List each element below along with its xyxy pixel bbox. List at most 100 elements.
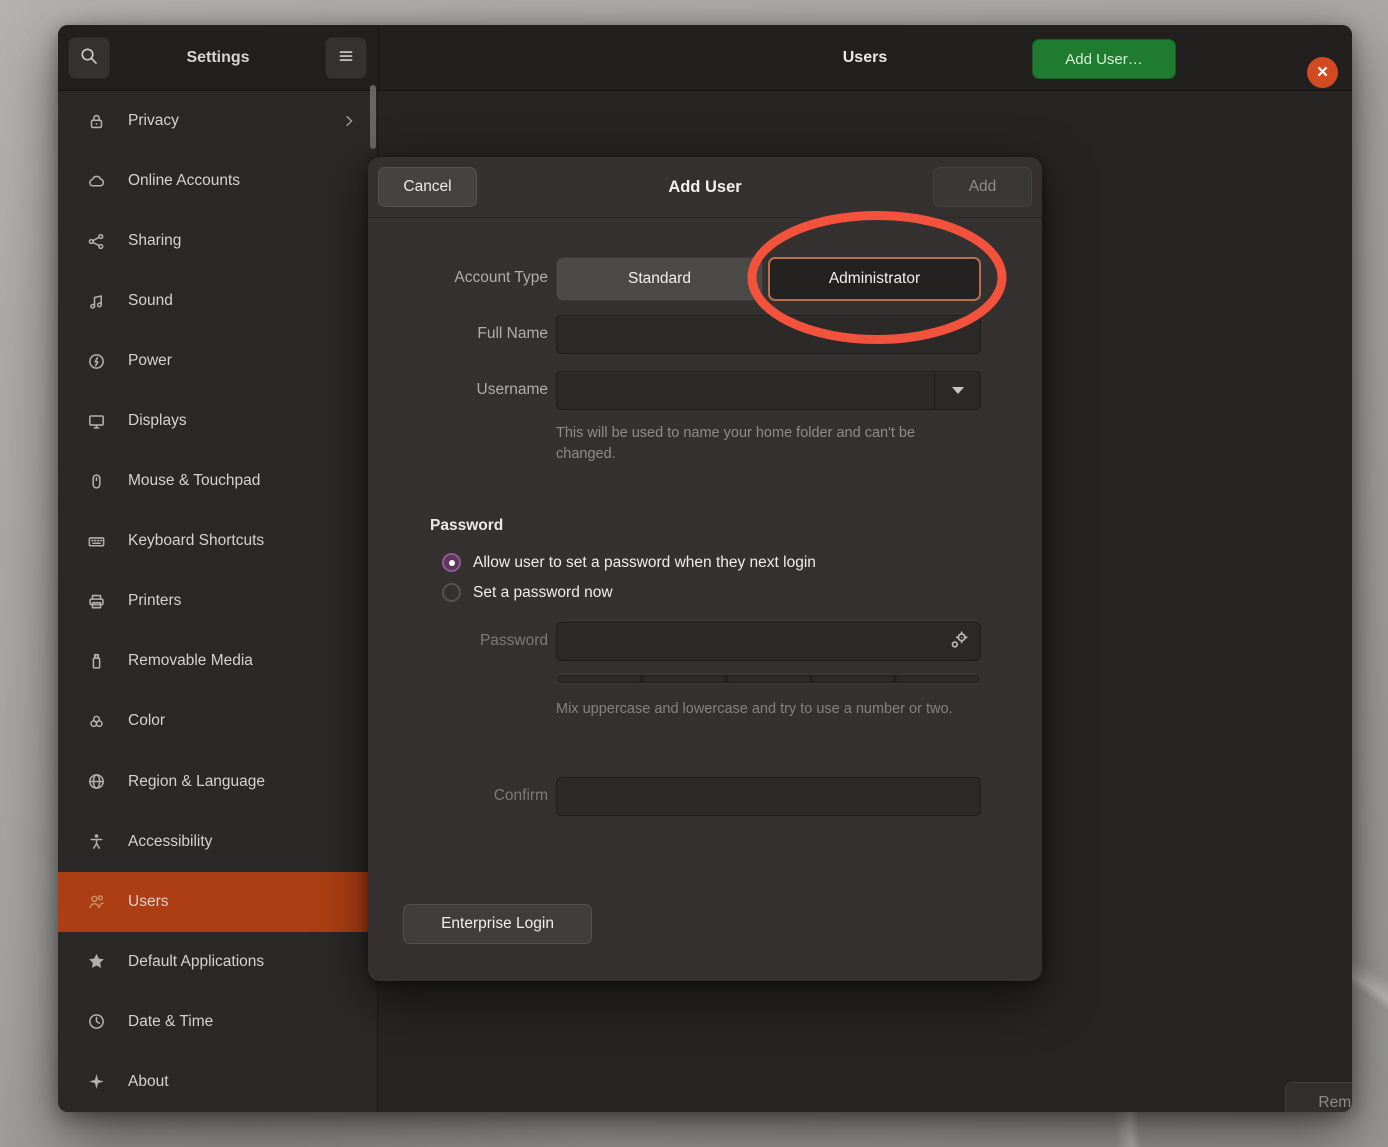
- close-button[interactable]: ×: [1307, 57, 1338, 88]
- cancel-button[interactable]: Cancel: [378, 167, 477, 207]
- add-user-button[interactable]: Add User…: [1032, 39, 1176, 79]
- strength-segment: [812, 676, 895, 682]
- header-divider: [378, 25, 379, 90]
- music-note-icon: [85, 290, 107, 312]
- sidebar-item-label: Privacy: [128, 112, 341, 130]
- clock-icon: [85, 1011, 107, 1033]
- settings-window: Settings Users Add User… × Privacy: [58, 25, 1352, 1112]
- color-swatches-icon: [85, 710, 107, 732]
- maximize-button[interactable]: [1254, 57, 1286, 89]
- sidebar-item-displays[interactable]: Displays: [58, 391, 377, 451]
- username-input[interactable]: [565, 372, 932, 411]
- radio-set-password-now[interactable]: Set a password now: [442, 583, 613, 602]
- radio-unselected-icon: [442, 583, 461, 602]
- password-section-heading: Password: [430, 517, 503, 535]
- sidebar-item-region-language[interactable]: Region & Language: [58, 752, 377, 812]
- accessibility-icon: [85, 831, 107, 853]
- account-type-standard-button[interactable]: Standard: [556, 257, 763, 301]
- username-help-text: This will be used to name your home fold…: [556, 423, 968, 465]
- sidebar-item-label: Sharing: [128, 232, 357, 250]
- sidebar-item-label: Power: [128, 352, 357, 370]
- account-type-label: Account Type: [368, 269, 548, 287]
- full-name-label: Full Name: [368, 325, 548, 343]
- sidebar-item-label: Displays: [128, 412, 357, 430]
- mouse-icon: [85, 470, 107, 492]
- radio-next-login-label: Allow user to set a password when they n…: [473, 554, 816, 572]
- strength-segment: [558, 676, 641, 682]
- confirm-field-box: [556, 777, 981, 816]
- sidebar-item-online-accounts[interactable]: Online Accounts: [58, 151, 377, 211]
- generate-password-icon: [948, 630, 969, 656]
- full-name-field-box: [556, 315, 981, 354]
- full-name-input[interactable]: [565, 316, 932, 355]
- desktop: Settings Users Add User… × Privacy: [0, 0, 1388, 1147]
- confirm-label: Confirm: [368, 787, 548, 805]
- sidebar-item-label: Region & Language: [128, 773, 357, 791]
- usb-drive-icon: [85, 650, 107, 672]
- sidebar-item-power[interactable]: Power: [58, 331, 377, 391]
- password-input: [565, 623, 932, 662]
- strength-segment: [643, 676, 726, 682]
- sidebar-item-label: Keyboard Shortcuts: [128, 532, 357, 550]
- hamburger-menu-icon: [336, 46, 356, 71]
- sidebar-item-mouse-touchpad[interactable]: Mouse & Touchpad: [58, 451, 377, 511]
- lock-icon: [85, 110, 107, 132]
- close-icon: ×: [1317, 63, 1328, 82]
- sidebar-scrollbar[interactable]: [370, 85, 376, 149]
- sidebar-item-removable-media[interactable]: Removable Media: [58, 631, 377, 691]
- sidebar-item-accessibility[interactable]: Accessibility: [58, 812, 377, 872]
- power-icon: [85, 350, 107, 372]
- sidebar-item-label: Date & Time: [128, 1013, 357, 1031]
- add-button[interactable]: Add: [933, 167, 1032, 207]
- primary-menu-button[interactable]: [325, 37, 367, 79]
- username-field-box: [556, 371, 981, 410]
- sidebar-item-label: Removable Media: [128, 652, 357, 670]
- cloud-icon: [85, 170, 107, 192]
- sidebar-item-label: Sound: [128, 292, 357, 310]
- strength-segment: [727, 676, 810, 682]
- titlebar: Settings Users Add User… ×: [58, 25, 1352, 91]
- sidebar-item-label: Accessibility: [128, 833, 357, 851]
- radio-password-next-login[interactable]: Allow user to set a password when they n…: [442, 553, 816, 572]
- sidebar-item-label: Online Accounts: [128, 172, 357, 190]
- sidebar-item-label: Printers: [128, 592, 357, 610]
- add-user-dialog: Cancel Add User Add Account Type Standar…: [368, 157, 1042, 981]
- sidebar-item-label: Users: [128, 893, 357, 911]
- sidebar-item-label: Color: [128, 712, 357, 730]
- sidebar-item-about[interactable]: About: [58, 1052, 377, 1112]
- sidebar-item-printers[interactable]: Printers: [58, 571, 377, 631]
- strength-segment: [896, 676, 979, 682]
- confirm-input: [565, 778, 932, 817]
- sidebar-item-users[interactable]: Users: [58, 872, 377, 932]
- sidebar-item-privacy[interactable]: Privacy: [58, 91, 377, 151]
- sparkle-icon: [85, 1071, 107, 1093]
- account-type-administrator-button[interactable]: Administrator: [768, 257, 981, 301]
- remove-user-button[interactable]: Remove User…: [1285, 1082, 1352, 1112]
- keyboard-icon: [85, 530, 107, 552]
- password-label: Password: [368, 632, 548, 650]
- display-icon: [85, 410, 107, 432]
- sidebar-item-keyboard-shortcuts[interactable]: Keyboard Shortcuts: [58, 511, 377, 571]
- sidebar-item-sound[interactable]: Sound: [58, 271, 377, 331]
- sidebar: Privacy Online Accounts Sharing: [58, 91, 378, 1112]
- radio-set-now-label: Set a password now: [473, 584, 613, 602]
- sidebar-item-label: Mouse & Touchpad: [128, 472, 357, 490]
- chevron-right-icon: [341, 113, 357, 129]
- username-label: Username: [368, 381, 548, 399]
- globe-icon: [85, 771, 107, 793]
- username-dropdown-button[interactable]: [934, 372, 980, 409]
- sidebar-item-date-time[interactable]: Date & Time: [58, 992, 377, 1052]
- minimize-button[interactable]: [1200, 57, 1232, 89]
- enterprise-login-button[interactable]: Enterprise Login: [403, 904, 592, 944]
- sidebar-item-label: Default Applications: [128, 953, 357, 971]
- sidebar-item-default-applications[interactable]: Default Applications: [58, 932, 377, 992]
- generate-password-button[interactable]: [944, 629, 972, 657]
- users-icon: [85, 891, 107, 913]
- password-strength-meter: [556, 674, 981, 684]
- sidebar-item-sharing[interactable]: Sharing: [58, 211, 377, 271]
- share-nodes-icon: [85, 230, 107, 252]
- password-field-box: [556, 622, 981, 661]
- chevron-down-icon: [952, 387, 964, 394]
- sidebar-item-color[interactable]: Color: [58, 691, 377, 751]
- star-icon: [85, 951, 107, 973]
